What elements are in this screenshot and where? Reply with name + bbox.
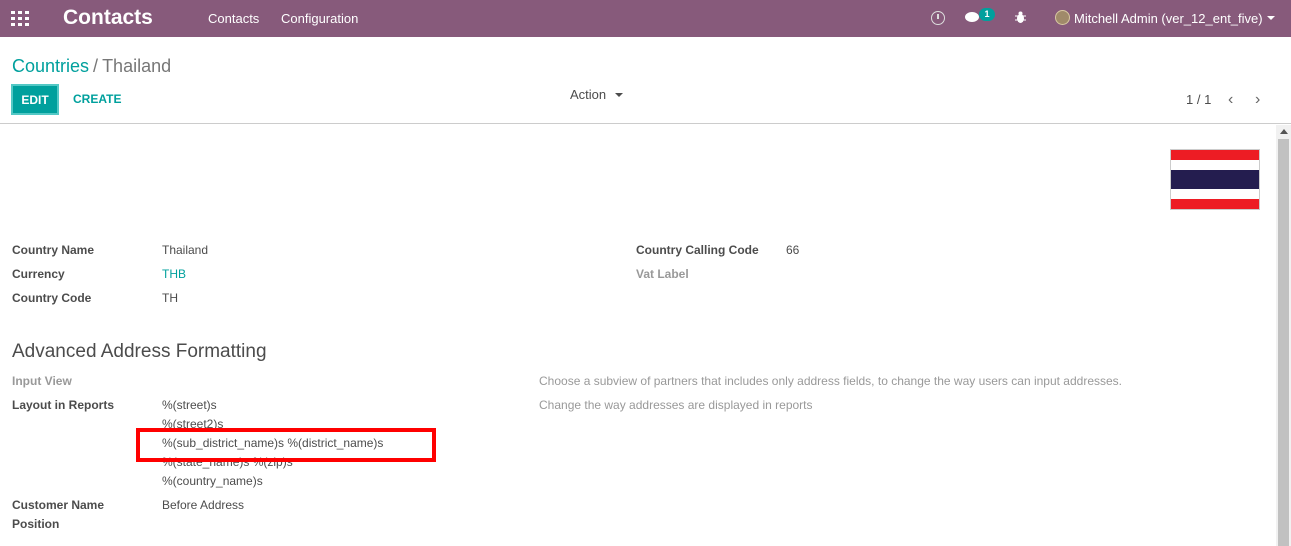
layout-line: %(street)s bbox=[162, 398, 217, 412]
red-highlight-box bbox=[136, 428, 436, 462]
country-name-label: Country Name bbox=[12, 243, 95, 257]
scroll-thumb[interactable] bbox=[1278, 139, 1289, 546]
activity-clock-icon[interactable] bbox=[931, 11, 945, 25]
customer-name-position-label: Customer Name bbox=[12, 498, 105, 512]
top-navbar: Contacts Contacts Configuration 1 Mitche… bbox=[0, 0, 1291, 37]
vertical-scrollbar[interactable] bbox=[1276, 125, 1291, 546]
menu-configuration[interactable]: Configuration bbox=[281, 11, 358, 26]
vat-label-label: Vat Label bbox=[636, 267, 689, 281]
customer-name-position-label-2: Position bbox=[12, 517, 60, 531]
form-sheet: Country Name Thailand Currency THB Count… bbox=[0, 125, 1276, 546]
apps-grid-icon[interactable] bbox=[11, 11, 29, 26]
user-menu[interactable]: Mitchell Admin (ver_12_ent_five) bbox=[1074, 11, 1263, 26]
edit-button[interactable]: EDIT bbox=[11, 84, 59, 115]
debug-bug-icon[interactable] bbox=[1015, 11, 1026, 24]
currency-link[interactable]: THB bbox=[162, 267, 186, 281]
country-code-value: TH bbox=[162, 291, 178, 305]
action-dropdown[interactable]: Action bbox=[570, 87, 606, 102]
chat-icon[interactable] bbox=[965, 12, 979, 22]
layout-line: %(country_name)s bbox=[162, 474, 263, 488]
create-button[interactable]: CREATE bbox=[73, 92, 121, 106]
app-title[interactable]: Contacts bbox=[63, 6, 153, 30]
layout-help: Change the way addresses are displayed i… bbox=[539, 398, 813, 412]
country-flag-image bbox=[1170, 149, 1260, 210]
layout-in-reports-label: Layout in Reports bbox=[12, 398, 115, 412]
calling-code-label: Country Calling Code bbox=[636, 243, 759, 257]
pager-next-icon[interactable]: › bbox=[1255, 91, 1260, 109]
pager-value[interactable]: 1 / 1 bbox=[1186, 92, 1211, 107]
breadcrumb-countries[interactable]: Countries bbox=[12, 56, 89, 76]
user-avatar[interactable] bbox=[1055, 10, 1070, 25]
input-view-help: Choose a subview of partners that includ… bbox=[539, 374, 1123, 388]
menu-contacts[interactable]: Contacts bbox=[208, 11, 259, 26]
breadcrumb: Countries / Thailand bbox=[12, 56, 171, 77]
breadcrumb-separator: / bbox=[93, 56, 99, 76]
breadcrumb-current: Thailand bbox=[102, 56, 172, 76]
chat-badge: 1 bbox=[979, 8, 995, 21]
calling-code-value: 66 bbox=[786, 243, 800, 257]
section-title: Advanced Address Formatting bbox=[12, 341, 267, 362]
scroll-up-arrow-icon[interactable] bbox=[1280, 129, 1288, 134]
user-caret-down-icon[interactable] bbox=[1267, 16, 1275, 20]
control-panel: Countries / Thailand EDIT CREATE Action 1 … bbox=[0, 42, 1291, 124]
currency-label: Currency bbox=[12, 267, 65, 281]
country-code-label: Country Code bbox=[12, 291, 92, 305]
customer-name-position-value: Before Address bbox=[162, 498, 245, 512]
country-name-value: Thailand bbox=[162, 243, 209, 257]
input-view-label: Input View bbox=[12, 374, 72, 388]
action-caret-down-icon[interactable] bbox=[615, 93, 623, 97]
pager-previous-icon[interactable]: ‹ bbox=[1228, 91, 1233, 109]
